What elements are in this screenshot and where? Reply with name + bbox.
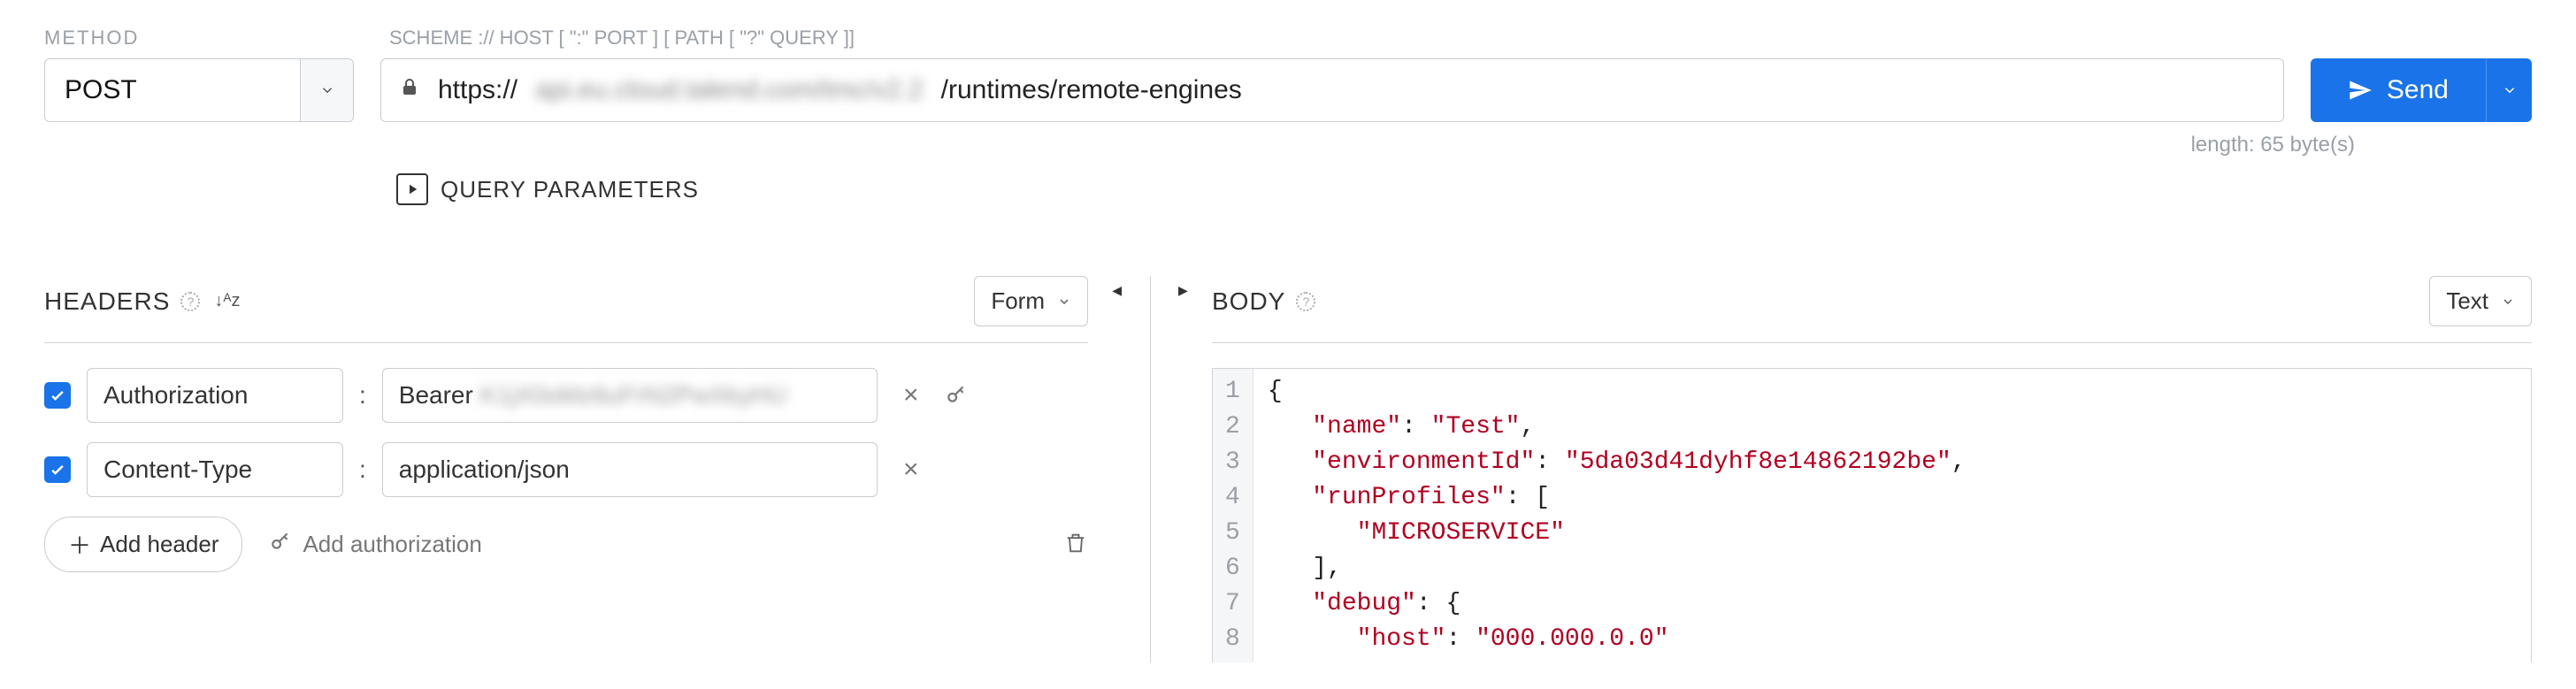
url-path: /runtimes/remote-engines — [941, 75, 1242, 105]
header-enable-checkbox[interactable] — [44, 382, 71, 409]
code-line: "runProfiles": [ — [1268, 480, 1966, 516]
trash-icon[interactable] — [1063, 531, 1088, 558]
help-icon[interactable]: ? — [180, 292, 200, 311]
code-content[interactable]: { "name": "Test", "environmentId": "5da0… — [1254, 369, 1981, 662]
header-row: Content-Type : application/json × — [44, 442, 1088, 497]
headers-mode-value: Form — [991, 287, 1045, 315]
query-params-label: QUERY PARAMETERS — [441, 176, 699, 203]
query-params-toggle[interactable] — [396, 173, 428, 205]
sort-icon[interactable]: ↓ᴬz — [214, 291, 240, 311]
code-line: "environmentId": "5da03d41dyhf8e14862192… — [1268, 445, 1966, 480]
url-host-blurred: api.eu.cloud.talend.com/tmc/v2.2 — [535, 75, 924, 105]
send-label: Send — [2387, 75, 2449, 105]
colon: : — [359, 381, 366, 410]
close-icon[interactable]: × — [893, 380, 929, 410]
plus-icon: ＋ — [68, 528, 91, 561]
add-authorization-button[interactable]: Add authorization — [269, 530, 481, 559]
method-value: POST — [45, 59, 300, 121]
header-value-input[interactable]: Bearer K1jX0oMz6uFrN2PwXkyHU — [382, 368, 878, 423]
headers-title: HEADERS — [44, 287, 170, 316]
code-line: "MICROSERVICE" — [1268, 516, 1966, 551]
panel-divider[interactable]: ◀ ▶ — [1115, 276, 1185, 662]
add-header-label: Add header — [100, 531, 218, 558]
code-line: "name": "Test", — [1268, 410, 1966, 445]
collapse-left-icon[interactable]: ◀ — [1112, 283, 1122, 298]
send-button[interactable]: Send — [2311, 58, 2486, 122]
method-label: METHOD — [44, 27, 389, 50]
key-icon — [269, 530, 292, 559]
header-row: Authorization : Bearer K1jX0oMz6uFrN2PwX… — [44, 368, 1088, 423]
body-mode-select[interactable]: Text — [2429, 276, 2532, 326]
length-info: length: 65 byte(s) — [44, 122, 2532, 157]
body-editor[interactable]: 12345678 { "name": "Test", "environmentI… — [1212, 368, 2532, 662]
lock-icon — [399, 75, 420, 105]
close-icon[interactable]: × — [893, 455, 929, 485]
url-scheme: https:// — [438, 75, 518, 105]
headers-mode-select[interactable]: Form — [974, 276, 1088, 326]
url-hint-label: SCHEME :// HOST [ ":" PORT ] [ PATH [ "?… — [389, 27, 855, 50]
code-line: { — [1268, 374, 1966, 410]
url-input[interactable]: https:// api.eu.cloud.talend.com/tmc/v2.… — [380, 58, 2284, 122]
colon: : — [359, 456, 366, 484]
add-header-button[interactable]: ＋ Add header — [44, 517, 242, 572]
send-caret[interactable] — [2486, 58, 2532, 122]
body-mode-value: Text — [2446, 287, 2488, 315]
code-line: ], — [1268, 551, 1966, 586]
key-icon[interactable] — [945, 383, 968, 409]
header-key-input[interactable]: Content-Type — [87, 442, 343, 497]
body-title: BODY — [1212, 287, 1285, 316]
collapse-right-icon[interactable]: ▶ — [1178, 283, 1188, 298]
header-key-input[interactable]: Authorization — [87, 368, 343, 423]
code-line: "host": "000.000.0.0" — [1268, 622, 1966, 657]
line-gutter: 12345678 — [1213, 369, 1254, 662]
help-icon[interactable]: ? — [1296, 292, 1315, 311]
method-select[interactable]: POST — [44, 58, 354, 122]
code-line: "debug": { — [1268, 586, 1966, 622]
header-enable-checkbox[interactable] — [44, 456, 71, 483]
method-caret[interactable] — [300, 59, 353, 121]
header-value-input[interactable]: application/json — [382, 442, 878, 497]
add-auth-label: Add authorization — [303, 531, 481, 558]
